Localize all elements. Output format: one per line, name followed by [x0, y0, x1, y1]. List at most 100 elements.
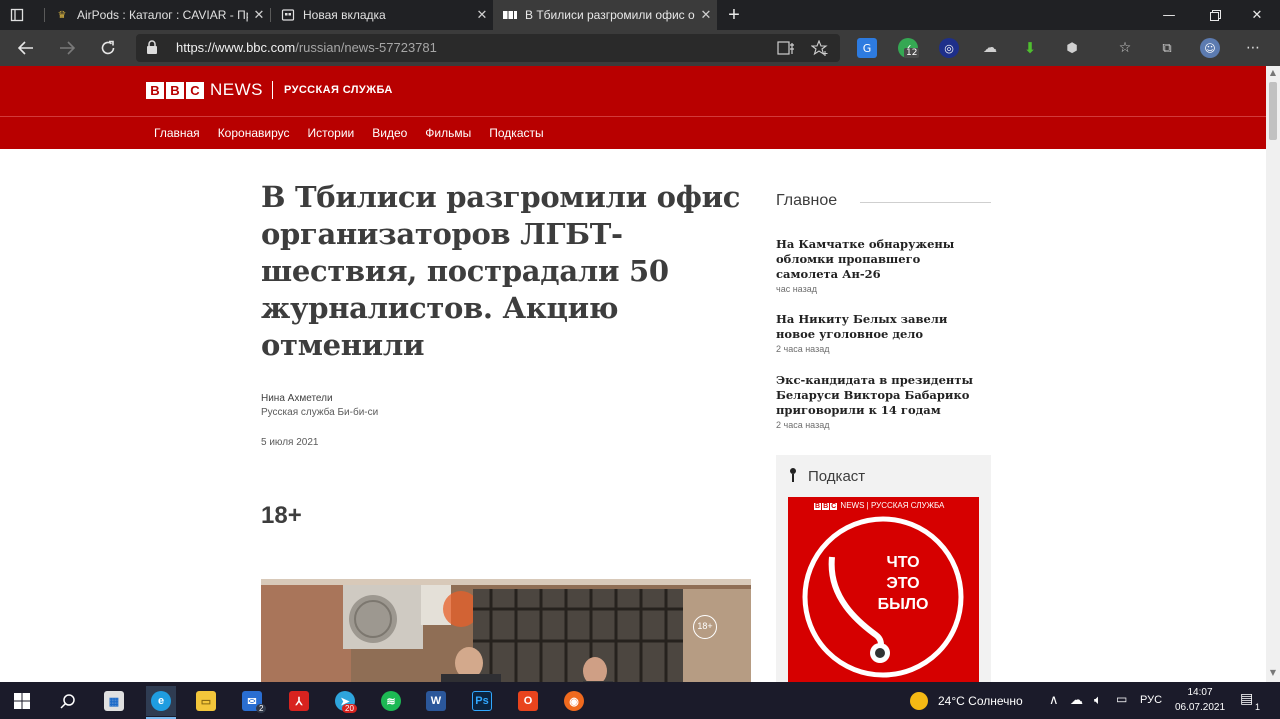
minimize-icon[interactable]: — — [1146, 0, 1192, 30]
new-tab-button[interactable]: + — [722, 0, 746, 30]
page-scrollbar[interactable]: ▲ ▼ — [1266, 66, 1280, 682]
author-organization: Русская служба Би-би-си — [261, 407, 379, 418]
podcast-title: Подкаст — [808, 468, 866, 485]
author-name: Нина Ахметели — [261, 393, 333, 404]
sidebar-divider — [860, 202, 991, 203]
nav-item-podcasts[interactable]: Подкасты — [489, 126, 543, 140]
story-title[interactable]: На Никиту Белых завели новое уголовное д… — [776, 312, 986, 342]
tab-actions-button[interactable] — [0, 0, 44, 30]
cloud-extension-icon[interactable]: ☁ — [980, 38, 1000, 58]
store-icon[interactable]: ▦ — [99, 686, 129, 716]
tab-bbc[interactable]: В Тбилиси разгромили офис ор ✕ — [493, 0, 717, 30]
tab-caviar[interactable]: ♛ AirPods : Каталог : CAVIAR - Пре ✕ — [45, 0, 270, 30]
collections-icon[interactable]: ⧉ — [1157, 38, 1177, 58]
file-explorer-icon[interactable]: ▭ — [191, 686, 221, 716]
web-page: B B C NEWS РУССКАЯ СЛУЖБА Главная Корона… — [0, 66, 1266, 682]
story-time: 2 часа назад — [776, 344, 830, 354]
service-name[interactable]: РУССКАЯ СЛУЖБА — [284, 84, 393, 96]
favorite-star-icon[interactable] — [810, 38, 830, 58]
weather-icon[interactable] — [910, 692, 928, 710]
reader-view-icon[interactable] — [776, 38, 796, 58]
volume-icon[interactable]: 🔈︎ — [1094, 692, 1102, 708]
close-tab-icon[interactable]: ✕ — [695, 7, 717, 23]
bbc-header: B B C NEWS РУССКАЯ СЛУЖБА — [0, 66, 1266, 116]
vpn-extension-icon[interactable]: ◎ — [939, 38, 959, 58]
download-extension-icon[interactable]: ⬇ — [1020, 38, 1040, 58]
photoshop-icon[interactable]: Ps — [467, 686, 497, 716]
close-tab-icon[interactable]: ✕ — [248, 7, 270, 23]
crown-icon: ♛ — [57, 9, 67, 21]
tray-expand-icon[interactable]: ∧ — [1049, 692, 1059, 708]
logo-letter: C — [186, 82, 204, 99]
tab-title: AirPods : Каталог : CAVIAR - Пре — [77, 8, 248, 22]
byline: Нина Ахметели Русская служба Би-би-си — [261, 392, 378, 420]
podcast-promo[interactable]: Подкаст BBC NEWS | РУССКАЯ СЛУЖБА ЧТО ЭТ… — [776, 455, 991, 682]
app-icon[interactable]: ◉ — [559, 686, 589, 716]
edge-icon[interactable]: e — [146, 686, 176, 716]
tab-new-tab[interactable]: Новая вкладка ✕ — [271, 0, 493, 30]
refresh-icon[interactable] — [90, 30, 126, 66]
onedrive-icon[interactable]: ☁ — [1070, 692, 1083, 708]
address-bar[interactable]: https://www.bbc.com/russian/news-5772378… — [136, 34, 840, 62]
microphone-icon — [788, 467, 800, 486]
podcast-cover[interactable]: BBC NEWS | РУССКАЯ СЛУЖБА ЧТО ЭТО БЫЛО — [788, 497, 979, 682]
logo-letter: B — [146, 82, 164, 99]
network-icon[interactable]: ▭ — [1116, 692, 1127, 706]
nav-item-coronavirus[interactable]: Коронавирус — [218, 126, 290, 140]
site-navigation: Главная Коронавирус Истории Видео Фильмы… — [0, 116, 1266, 149]
bbc-favicon-icon — [503, 8, 517, 22]
word-icon[interactable]: W — [421, 686, 451, 716]
extension-badge: 12 — [904, 48, 920, 58]
language-indicator[interactable]: РУС — [1140, 694, 1162, 706]
new-tab-page-icon — [281, 8, 295, 22]
age-rating: 18+ — [261, 502, 302, 529]
browser-tab-bar: ♛ AirPods : Каталог : CAVIAR - Пре ✕ Нов… — [0, 0, 1280, 30]
url-host: https://www.bbc.com — [176, 40, 296, 55]
sidebar-story[interactable]: Экс-кандидата в президенты Беларуси Викт… — [776, 373, 986, 430]
notifications-icon[interactable]: ▤ — [1240, 690, 1253, 707]
clock-time: 14:07 — [1187, 687, 1213, 698]
close-window-icon[interactable]: ✕ — [1234, 0, 1280, 30]
search-icon[interactable] — [53, 686, 83, 716]
story-title[interactable]: На Камчатке обнаружены обломки пропавшег… — [776, 237, 986, 282]
lock-icon[interactable] — [146, 40, 160, 56]
scrollbar-thumb[interactable] — [1269, 82, 1277, 140]
back-arrow-icon[interactable] — [8, 30, 44, 66]
scroll-down-arrow-icon[interactable]: ▼ — [1268, 668, 1278, 678]
translate-extension-icon[interactable]: G — [857, 38, 877, 58]
office-icon[interactable]: O — [513, 686, 543, 716]
maximize-icon[interactable] — [1192, 0, 1238, 30]
article-headline: В Тбилиси разгромили офис организаторов … — [261, 180, 741, 362]
start-button[interactable] — [7, 686, 37, 716]
telegram-badge: 20 — [342, 704, 357, 713]
more-menu-icon[interactable]: ⋯ — [1243, 38, 1263, 58]
notifications-count: 1 — [1255, 702, 1261, 712]
nav-item-home[interactable]: Главная — [154, 126, 200, 140]
news-wordmark[interactable]: NEWS — [210, 80, 263, 100]
favorites-icon[interactable]: ☆ — [1115, 38, 1135, 58]
article-photo[interactable]: 18+ — [261, 579, 751, 682]
story-title[interactable]: Экс-кандидата в президенты Беларуси Викт… — [776, 373, 986, 418]
windows-logo-icon — [14, 693, 30, 709]
nav-item-stories[interactable]: Истории — [307, 126, 354, 140]
scroll-up-arrow-icon[interactable]: ▲ — [1268, 68, 1278, 78]
weather-text[interactable]: 24°C Солнечно — [938, 694, 1023, 708]
eraser-extension-icon[interactable]: ⬢ — [1062, 38, 1082, 58]
sidebar-story[interactable]: На Камчатке обнаружены обломки пропавшег… — [776, 237, 986, 294]
article-date: 5 июля 2021 — [261, 437, 319, 448]
sidebar-story[interactable]: На Никиту Белых завели новое уголовное д… — [776, 312, 986, 354]
spotify-icon[interactable]: ≋ — [376, 686, 406, 716]
tab-title: Новая вкладка — [303, 8, 386, 22]
clock-date: 06.07.2021 — [1174, 702, 1226, 713]
profile-avatar[interactable]: ☺ — [1200, 38, 1220, 58]
acrobat-icon[interactable]: ⅄ — [284, 686, 314, 716]
bbc-logo[interactable]: B B C — [146, 82, 204, 99]
logo-letter: B — [166, 82, 184, 99]
forward-arrow-icon[interactable] — [49, 30, 85, 66]
taskbar-clock[interactable]: 14:07 06.07.2021 — [1170, 685, 1230, 715]
close-tab-icon[interactable]: ✕ — [471, 7, 493, 23]
nav-item-films[interactable]: Фильмы — [425, 126, 471, 140]
story-time: 2 часа назад — [776, 420, 830, 430]
nav-item-video[interactable]: Видео — [372, 126, 407, 140]
url-text[interactable]: https://www.bbc.com/russian/news-5772378… — [176, 40, 437, 55]
